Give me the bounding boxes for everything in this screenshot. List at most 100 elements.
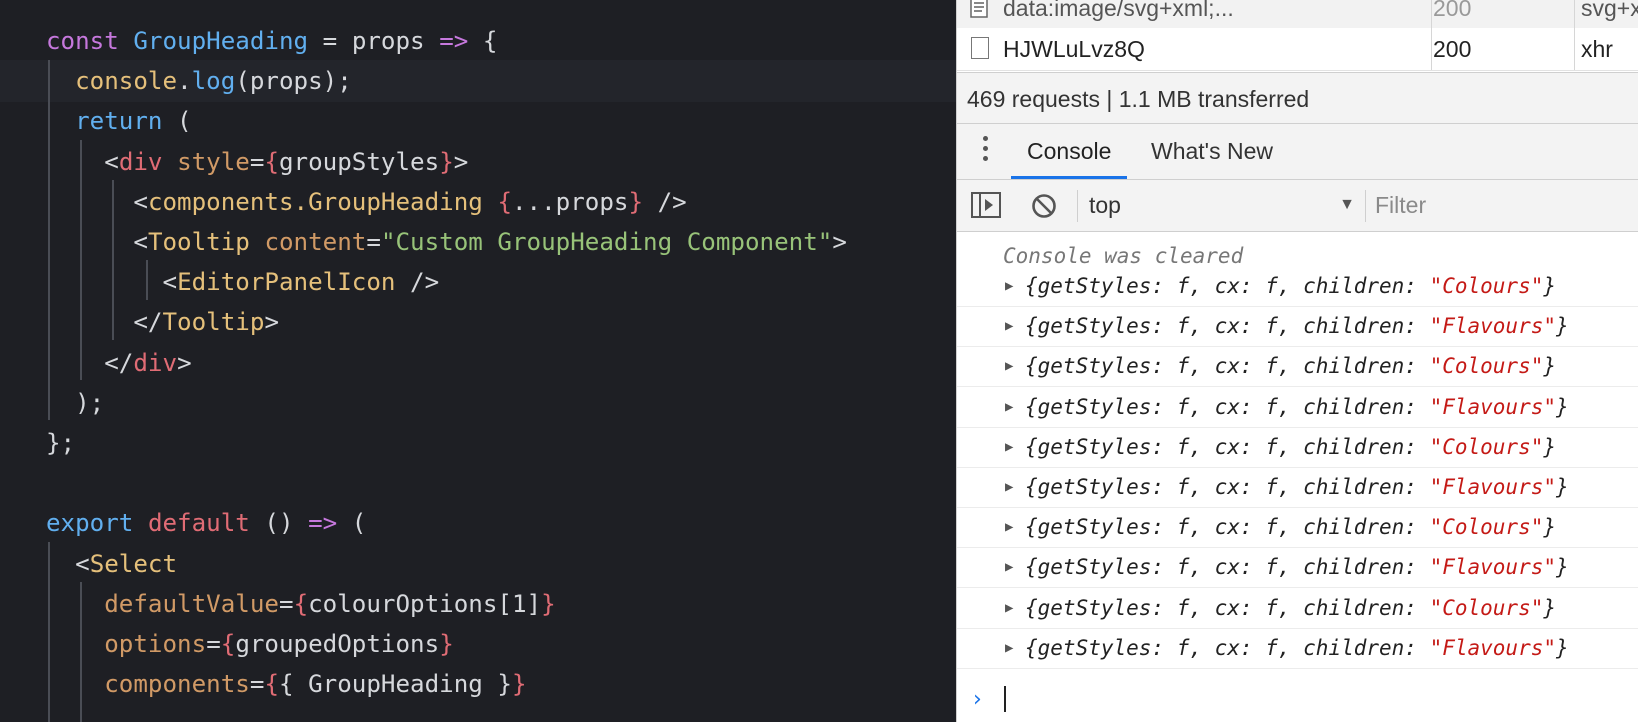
console-message-text: {getStyles: f, cx: f, children: "Flavour… — [1025, 306, 1569, 346]
tab-whats-new-label: What's New — [1151, 138, 1273, 164]
request-status: 200 — [1433, 0, 1472, 21]
message-suffix: } — [1556, 314, 1569, 339]
code-token: > — [453, 147, 469, 176]
message-prefix: {getStyles: f, cx: f, children: — [1025, 314, 1430, 339]
context-select[interactable]: top ▼ — [1089, 180, 1355, 230]
code-line: }; — [0, 422, 956, 464]
code-token: export — [46, 509, 134, 538]
console-message[interactable]: ▶ {getStyles: f, cx: f, children: "Colour… — [957, 346, 1638, 388]
message-suffix: } — [1556, 555, 1569, 580]
toolbar-separator — [1365, 190, 1366, 222]
console-message-text: {getStyles: f, cx: f, children: "Colours… — [1025, 266, 1556, 306]
console-output[interactable]: Console was cleared ▶ {getStyles: f, cx: … — [957, 232, 1638, 722]
request-status: 200 — [1433, 36, 1472, 62]
message-value: "Flavours" — [1429, 475, 1557, 499]
expand-triangle-icon[interactable]: ▶ — [1005, 346, 1013, 386]
message-value: "Flavours" — [1429, 555, 1557, 580]
message-suffix: } — [1543, 515, 1557, 540]
code-token: () — [249, 509, 309, 538]
code-line: <Tooltip content="Custom GroupHeading Co… — [0, 221, 956, 263]
code-token: groupedOptions — [235, 630, 440, 658]
message-suffix: } — [1543, 354, 1557, 379]
message-value: "Colours" — [1429, 515, 1544, 540]
code-token: . — [177, 67, 192, 96]
console-message[interactable]: ▶ {getStyles: f, cx: f, children: "Flavou… — [957, 547, 1638, 589]
console-message[interactable]: ▶ {getStyles: f, cx: f, children: "Flavou… — [957, 306, 1638, 348]
message-suffix: } — [1556, 394, 1569, 419]
kebab-menu-icon[interactable] — [983, 136, 989, 166]
code-line: export default () => ( — [0, 502, 956, 544]
code-token: < — [46, 549, 90, 578]
console-message[interactable]: ▶ {getStyles: f, cx: f, children: "Flavou… — [957, 387, 1638, 428]
expand-triangle-icon[interactable]: ▶ — [1005, 427, 1013, 467]
code-token: > — [177, 348, 192, 377]
code-token: = — [279, 589, 294, 618]
indent-guide — [112, 180, 114, 340]
console-prompt[interactable]: › — [957, 678, 1638, 718]
network-row[interactable]: data:image/svg+xml;... 200 svg+x — [957, 0, 1638, 29]
network-summary: 469 requests | 1.1 MB transferred — [957, 72, 1638, 124]
console-message[interactable]: ▶ {getStyles: f, cx: f, children: "Flavou… — [957, 467, 1638, 508]
message-value: "Flavours" — [1429, 314, 1557, 339]
code-token: Tooltip — [147, 228, 250, 256]
code-line: <EditorPanelIcon /> — [0, 261, 956, 303]
expand-triangle-icon[interactable]: ▶ — [1005, 467, 1013, 507]
code-line: console.log(props); — [0, 60, 956, 103]
code-line: </Tooltip> — [0, 301, 956, 343]
console-message[interactable]: ▶ {getStyles: f, cx: f, children: "Colour… — [957, 427, 1638, 468]
expand-triangle-icon[interactable]: ▶ — [1005, 507, 1013, 547]
code-editor[interactable]: const GroupHeading = props => { console.… — [0, 0, 956, 722]
expand-triangle-icon[interactable]: ▶ — [1005, 266, 1013, 306]
console-message-text: {getStyles: f, cx: f, children: "Colours… — [1025, 507, 1556, 547]
message-prefix: {getStyles: f, cx: f, children: — [1025, 635, 1430, 660]
filter-input[interactable] — [1375, 186, 1638, 224]
message-value: "Flavours" — [1429, 394, 1557, 419]
message-suffix: } — [1556, 475, 1569, 499]
console-message[interactable]: ▶ {getStyles: f, cx: f, children: "Colour… — [957, 266, 1638, 307]
console-message[interactable]: ▶ {getStyles: f, cx: f, children: "Colour… — [957, 507, 1638, 549]
expand-triangle-icon[interactable]: ▶ — [1005, 387, 1013, 427]
code-token: Select — [89, 549, 178, 578]
message-prefix: {getStyles: f, cx: f, children: — [1025, 434, 1430, 459]
code-token: content — [264, 228, 367, 256]
code-token: < — [46, 147, 119, 176]
code-token: ...props — [512, 187, 629, 216]
expand-triangle-icon[interactable]: ▶ — [1005, 306, 1013, 346]
code-token: div — [118, 147, 163, 176]
code-token: components.GroupHeading — [147, 187, 483, 216]
indent-guide — [48, 60, 50, 420]
sidebar-toggle-icon[interactable] — [971, 192, 1001, 218]
code-token: } — [628, 187, 644, 216]
expand-triangle-icon[interactable]: ▶ — [1005, 588, 1013, 628]
expand-triangle-icon[interactable]: ▶ — [1005, 547, 1013, 587]
toolbar-separator — [1077, 190, 1078, 222]
tab-whats-new[interactable]: What's New — [1151, 124, 1273, 179]
code-token: div — [133, 348, 178, 377]
code-token: > — [264, 308, 279, 337]
code-token: < — [46, 187, 148, 216]
message-prefix: {getStyles: f, cx: f, children: — [1025, 555, 1430, 580]
expand-triangle-icon[interactable]: ▶ — [1005, 628, 1013, 668]
code-token: defaultValue — [104, 589, 279, 618]
code-token: < — [46, 228, 148, 256]
clear-console-icon[interactable] — [1031, 193, 1057, 219]
network-row[interactable]: HJWLuLvz8Q 200 xhr — [957, 28, 1638, 71]
tab-console[interactable]: Console — [1011, 124, 1128, 179]
code-token: options — [104, 630, 207, 658]
console-message[interactable]: ▶ {getStyles: f, cx: f, children: "Flavou… — [957, 628, 1638, 669]
code-token: = — [308, 27, 352, 55]
code-token: = — [366, 228, 381, 256]
console-message[interactable]: ▶ {getStyles: f, cx: f, children: "Colour… — [957, 588, 1638, 629]
code-token: ( — [162, 107, 192, 136]
code-token: EditorPanelIcon — [177, 268, 396, 297]
code-token: = — [249, 147, 265, 176]
message-suffix: } — [1543, 434, 1557, 459]
code-token: /> — [395, 268, 440, 297]
message-suffix: } — [1543, 274, 1557, 298]
